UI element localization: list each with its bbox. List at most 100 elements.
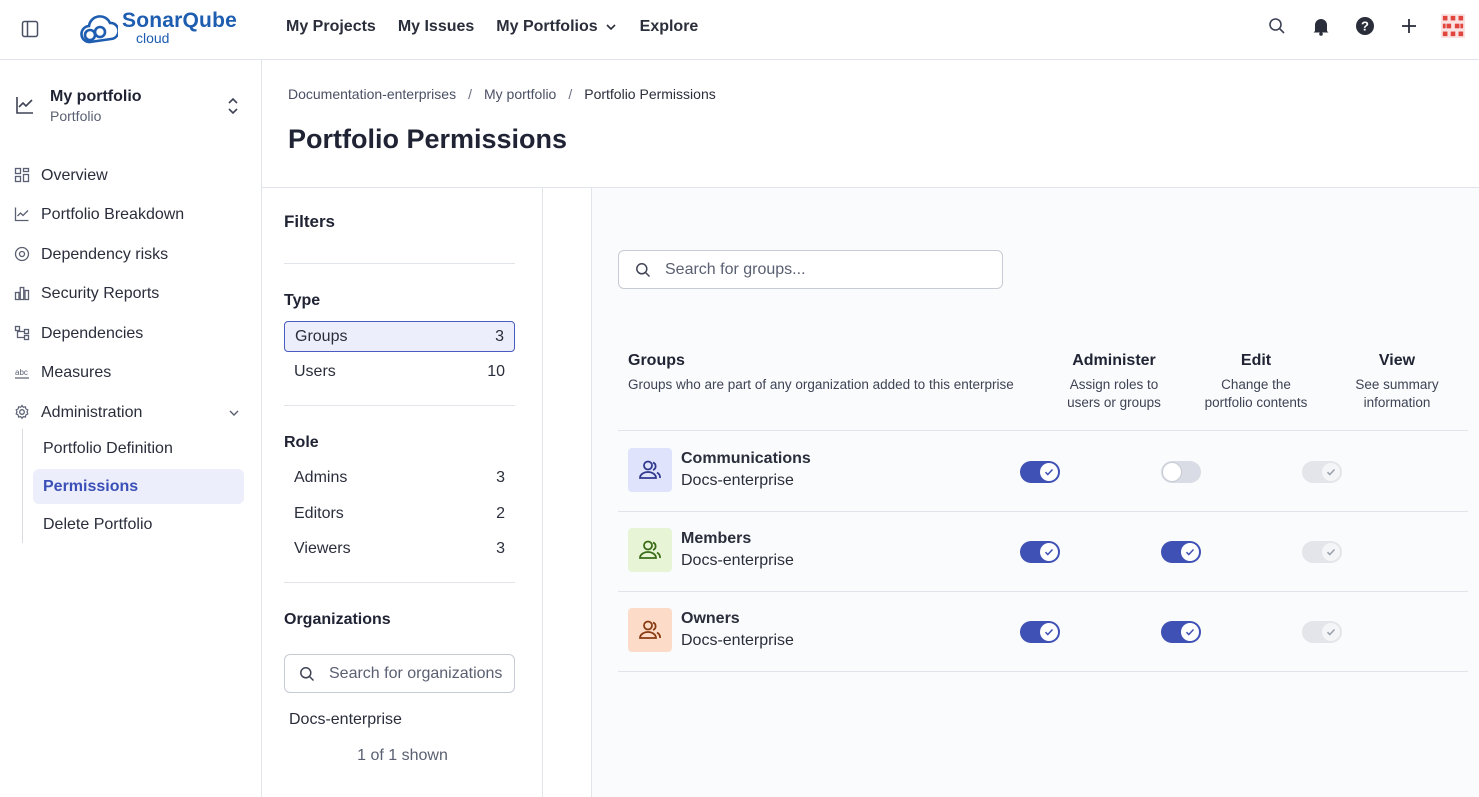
edit-column-header: Edit Change the portfolio contents: [1191, 352, 1321, 412]
edit-toggle[interactable]: [1161, 621, 1201, 643]
table-row: Members Docs-enterprise: [618, 511, 1468, 591]
nav-explore[interactable]: Explore: [640, 18, 699, 36]
nav-my-issues[interactable]: My Issues: [398, 18, 474, 36]
table-row: Owners Docs-enterprise: [618, 591, 1468, 671]
edit-toggle[interactable]: [1161, 541, 1201, 563]
table-row: Communications Docs-enterprise: [618, 431, 1468, 511]
toggle-knob: [1181, 623, 1199, 641]
toggle-knob: [1040, 463, 1058, 481]
help-icon[interactable]: ?: [1353, 14, 1377, 38]
sidebar-item-measures[interactable]: abc Measures: [14, 354, 250, 394]
sidebar-item-label: Administration: [41, 403, 143, 421]
sonarqube-logo[interactable]: SonarQube cloud: [80, 9, 237, 45]
sidebar-item-portfolio-breakdown[interactable]: Portfolio Breakdown: [14, 196, 250, 236]
organization-search-input[interactable]: [329, 664, 509, 683]
edit-toggle[interactable]: [1161, 461, 1201, 483]
chevron-up-down-icon: [228, 97, 238, 115]
filter-count: 3: [495, 327, 504, 345]
filter-role-admins[interactable]: Admins 3: [284, 462, 515, 493]
filter-type-groups[interactable]: Groups 3: [284, 321, 515, 352]
filter-role-viewers[interactable]: Viewers 3: [284, 533, 515, 564]
user-avatar[interactable]: [1441, 14, 1465, 38]
permissions-content: Groups Groups who are part of any organi…: [543, 188, 1479, 797]
column-title: Administer: [1072, 352, 1156, 369]
column-title: Edit: [1240, 352, 1272, 369]
filter-count: 3: [496, 539, 505, 557]
chart-icon: [14, 206, 32, 224]
plus-icon[interactable]: [1397, 14, 1421, 38]
sidebar: My portfolio Portfolio Overview Portfoli…: [0, 60, 262, 797]
grid-icon: [14, 167, 32, 185]
tree-icon: [14, 325, 32, 343]
sidebar-item-dependency-risks[interactable]: Dependency risks: [14, 235, 250, 275]
administer-toggle[interactable]: [1020, 541, 1060, 563]
divider: [284, 582, 515, 583]
administer-toggle[interactable]: [1020, 621, 1060, 643]
chevron-down-icon: [606, 24, 616, 31]
bell-icon[interactable]: [1309, 14, 1333, 38]
view-toggle: [1302, 461, 1342, 483]
portfolio-switcher[interactable]: My portfolio Portfolio: [14, 88, 250, 124]
shown-count: 1 of 1 shown: [357, 747, 448, 764]
view-toggle: [1302, 541, 1342, 563]
sidebar-item-dependencies[interactable]: Dependencies: [14, 314, 250, 354]
sidebar-item-overview[interactable]: Overview: [14, 156, 250, 196]
breadcrumb-portfolio[interactable]: My portfolio: [484, 86, 556, 102]
sidebar-item-label: Dependencies: [41, 324, 144, 342]
divider: [284, 405, 515, 406]
administration-submenu: Portfolio Definition Permissions Delete …: [22, 429, 244, 543]
group-organization: Docs-enterprise: [681, 552, 794, 569]
filter-label: Users: [294, 362, 336, 380]
administer-toggle[interactable]: [1020, 461, 1060, 483]
view-column-header: View See summary information: [1332, 352, 1462, 412]
svg-text:abc: abc: [15, 368, 28, 377]
group-icon: [639, 620, 661, 639]
filter-count: 3: [496, 468, 505, 486]
column-desc-line: Assign roles to: [1069, 377, 1159, 392]
check-icon: [1044, 468, 1054, 476]
column-desc-line: Change the: [1221, 377, 1291, 392]
sidebar-item-delete-portfolio[interactable]: Delete Portfolio: [33, 507, 244, 542]
column-desc: Change the portfolio contents: [1191, 376, 1321, 412]
sidebar-item-permissions[interactable]: Permissions: [33, 469, 244, 504]
sidebar-toggle-icon[interactable]: [20, 19, 40, 39]
nav-my-projects[interactable]: My Projects: [286, 18, 376, 36]
breadcrumb-enterprise[interactable]: Documentation-enterprises: [288, 86, 456, 102]
toggle-knob: [1322, 543, 1340, 561]
sidebar-item-administration[interactable]: Administration: [14, 393, 250, 433]
column-title: View: [1378, 352, 1416, 369]
check-icon: [1326, 468, 1336, 476]
check-icon: [1185, 628, 1195, 636]
logo-main-text: SonarQube: [122, 8, 237, 32]
organization-search-box: [284, 654, 515, 693]
row-divider: [618, 671, 1468, 672]
sidebar-item-security-reports[interactable]: Security Reports: [14, 275, 250, 315]
sidebar-item-label: Portfolio Breakdown: [41, 206, 185, 224]
column-desc: Assign roles to users or groups: [1049, 376, 1179, 412]
filter-type-users[interactable]: Users 10: [284, 356, 515, 387]
column-desc-line: information: [1363, 395, 1431, 410]
gear-icon: [14, 404, 32, 422]
toggle-knob: [1040, 543, 1058, 561]
portfolio-icon: [16, 97, 33, 114]
sidebar-item-portfolio-definition[interactable]: Portfolio Definition: [33, 431, 244, 466]
column-desc-line: portfolio contents: [1204, 395, 1308, 410]
group-organization: Docs-enterprise: [681, 632, 794, 649]
group-avatar: [628, 608, 672, 652]
group-avatar: [628, 448, 672, 492]
search-icon[interactable]: [1265, 14, 1289, 38]
nav-my-portfolios[interactable]: My Portfolios: [496, 18, 617, 36]
group-search-box: [618, 250, 1003, 289]
breadcrumb-separator: /: [468, 86, 472, 102]
groups-column-desc: Groups who are part of any organization …: [628, 377, 1014, 392]
check-icon: [1326, 628, 1336, 636]
search-icon: [636, 262, 651, 277]
groups-column-title: Groups: [628, 352, 685, 369]
group-search-input[interactable]: [665, 260, 985, 279]
main-nav: My Projects My Issues My Portfolios Expl…: [286, 18, 698, 36]
filters-panel: Filters Type Groups 3 Users 10 Role Admi…: [262, 188, 543, 797]
shield-icon: [14, 246, 32, 264]
filter-role-editors[interactable]: Editors 2: [284, 498, 515, 529]
organization-item[interactable]: Docs-enterprise: [289, 711, 402, 729]
measures-icon: abc: [14, 364, 32, 382]
